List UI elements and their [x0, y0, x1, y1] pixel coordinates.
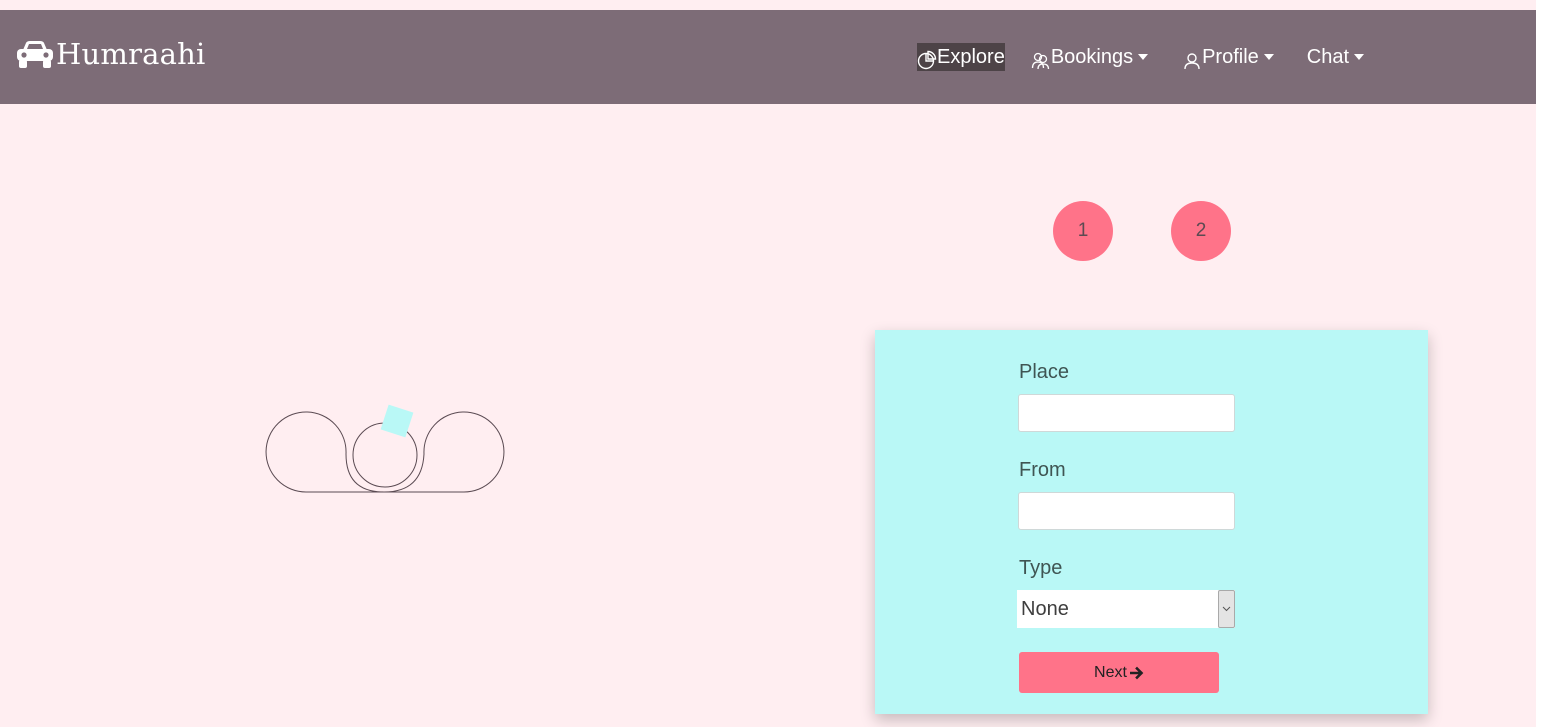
type-select[interactable]: None	[1017, 590, 1235, 628]
step-2-label: 2	[1195, 220, 1207, 241]
loading-animation	[262, 402, 510, 498]
type-select-value: None	[1021, 597, 1069, 620]
arrow-right-icon	[1129, 666, 1144, 680]
from-input[interactable]	[1018, 492, 1235, 530]
nav-links: Explore Bookings Profile Chat	[917, 43, 1365, 71]
nav-bookings[interactable]: Bookings	[1031, 43, 1149, 71]
navbar: Humraahi Explore Bookings Profile Chat	[0, 10, 1536, 104]
next-button[interactable]: Next	[1019, 652, 1219, 693]
brand-link[interactable]: Humraahi	[15, 34, 205, 74]
nav-profile-label: Profile	[1202, 45, 1259, 68]
next-button-label: Next	[1094, 663, 1127, 681]
step-1-label: 1	[1077, 220, 1089, 241]
nav-profile[interactable]: Profile	[1182, 43, 1274, 71]
users-icon	[1031, 50, 1051, 70]
from-label: From	[1019, 459, 1066, 481]
place-label: Place	[1019, 361, 1070, 383]
pie-chart-icon	[917, 50, 937, 70]
caret-down-icon	[1138, 54, 1149, 60]
nav-explore-label: Explore	[937, 45, 1005, 68]
page: Humraahi Explore Bookings Profile Chat 1…	[0, 0, 1536, 727]
brand-name: Humraahi	[56, 37, 206, 71]
car-icon	[15, 38, 55, 70]
nav-chat-label: Chat	[1306, 45, 1350, 68]
caret-down-icon	[1354, 54, 1365, 60]
nav-explore[interactable]: Explore	[917, 43, 1005, 71]
type-label: Type	[1019, 557, 1063, 579]
place-input[interactable]	[1018, 394, 1235, 432]
caret-down-icon	[1263, 54, 1274, 60]
search-form-card: Place From Type None Next	[875, 330, 1428, 714]
step-1[interactable]: 1	[1053, 201, 1113, 261]
nav-chat[interactable]: Chat	[1306, 43, 1365, 71]
nav-bookings-label: Bookings	[1050, 45, 1134, 68]
chevron-down-icon[interactable]	[1218, 590, 1235, 628]
step-2[interactable]: 2	[1171, 201, 1231, 261]
user-icon	[1182, 50, 1202, 70]
